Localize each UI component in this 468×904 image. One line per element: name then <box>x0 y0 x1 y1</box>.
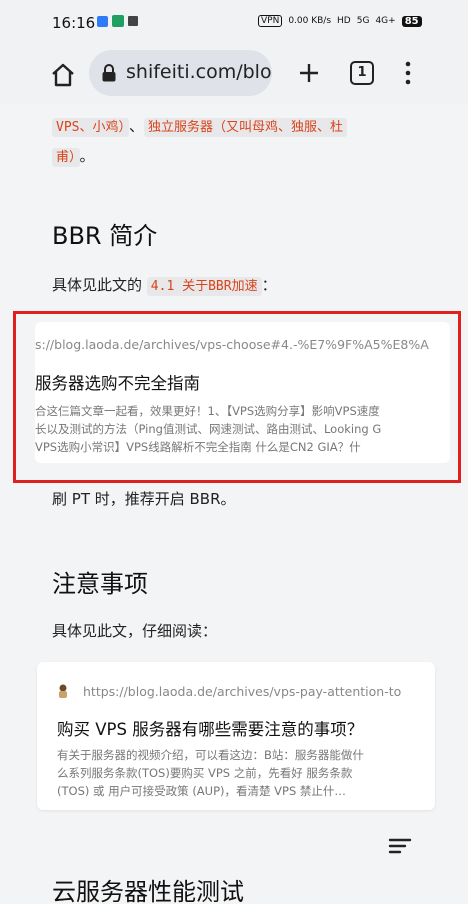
more-menu-icon[interactable] <box>400 60 416 86</box>
url-text[interactable]: shifeiti.com/blog <box>126 61 272 83</box>
intro-paragraph: VPS、小鸡）、独立服务器（又叫母鸡、独服、杜 甫）。 <box>52 112 402 172</box>
card-desc-line: 有关于服务器的视频介绍，可以看这边：B站：服务器能做什 <box>57 748 364 762</box>
vpn-icon: VPN <box>258 15 283 27</box>
app-notification-icon <box>112 15 124 27</box>
app-notification-icon-2 <box>128 16 138 26</box>
section-title-notes: 注意事项 <box>52 570 148 598</box>
notes-intro-text: 具体见此文，仔细阅读： <box>52 622 218 640</box>
card-desc-line: 合这仨篇文章一起看，效果更好！1、【VPS选购分享】影响VPS速度 <box>35 404 380 418</box>
card-desc-line: 么系列服务条款(TOS)要购买 VPS 之前，先看好 服务条款 <box>57 766 353 780</box>
new-tab-icon[interactable] <box>298 62 320 84</box>
card-desc-line: (TOS) 或 用户可接受政策 (AUP)，看清楚 VPS 禁止什… <box>57 784 346 798</box>
status-indicators: VPN 0.00 KB/s HD 5G 4G+ 85 <box>258 15 422 27</box>
card-url: https://blog.laoda.de/archives/vps-pay-a… <box>83 684 402 699</box>
link-card-vps-choose[interactable]: s://blog.laoda.de/archives/vps-choose#4.… <box>35 322 450 463</box>
status-time: 16:16 <box>52 14 96 32</box>
web-page: VPS、小鸡）、独立服务器（又叫母鸡、独服、杜 甫）。 BBR 简介 具体见此文… <box>0 104 468 904</box>
battery-icon: 85 <box>401 15 422 27</box>
bbr-note: 刷 PT 时，推荐开启 BBR。 <box>52 490 236 508</box>
card-desc-line: 长以及测试的方法（Ping值测试、网速测试、路由测试、Looking G <box>35 422 382 436</box>
card-desc-line: VPS选购小常识】VPS线路解析不完全指南 什么是CN2 GIA？什 <box>35 440 361 454</box>
hd-icon: HD <box>337 16 351 26</box>
notification-icon <box>97 16 108 27</box>
home-icon[interactable] <box>50 62 76 88</box>
link-card-vps-attention[interactable]: https://blog.laoda.de/archives/vps-pay-a… <box>37 662 435 810</box>
lock-icon[interactable] <box>101 64 117 82</box>
section-title-bbr: BBR 简介 <box>52 222 158 250</box>
address-bar[interactable]: shifeiti.com/blog <box>89 50 272 96</box>
section-title-benchmark: 云服务器性能测试 <box>52 878 244 904</box>
inline-code: 甫） <box>52 148 80 167</box>
bbr-section-link-code: 4.1 关于BBR加速 <box>146 277 262 296</box>
inline-code: VPS、小鸡） <box>52 118 129 137</box>
tab-switcher-button[interactable]: 1 <box>350 61 374 85</box>
inline-code: 独立服务器（又叫母鸡、独服、杜 <box>144 118 348 137</box>
signal-5g-icon: 5G <box>356 16 370 26</box>
signal-4g-icon: 4G+ <box>375 16 396 26</box>
card-title[interactable]: 服务器选购不完全指南 <box>35 370 200 394</box>
browser-toolbar: shifeiti.com/blog 1 <box>0 44 468 104</box>
card-title[interactable]: 购买 VPS 服务器有哪些需要注意的事项？ <box>57 716 363 740</box>
site-favicon-icon <box>59 684 67 698</box>
status-bar: 16:16 VPN 0.00 KB/s HD 5G 4G+ 85 <box>0 0 468 44</box>
card-url: s://blog.laoda.de/archives/vps-choose#4.… <box>35 337 429 352</box>
bbr-intro-text: 具体见此文的 4.1 关于BBR加速： <box>52 276 277 296</box>
toc-menu-icon[interactable] <box>388 836 412 856</box>
net-speed: 0.00 KB/s <box>288 16 332 26</box>
